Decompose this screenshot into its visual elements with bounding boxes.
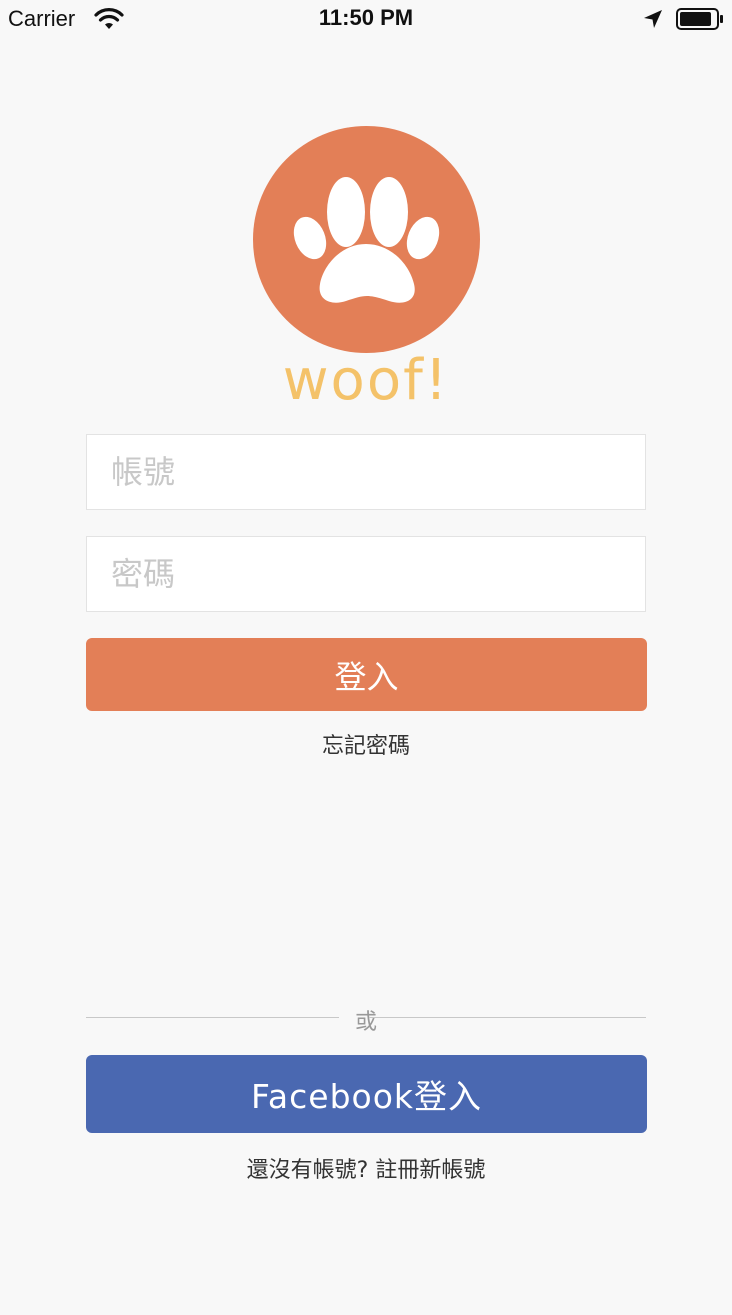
location-arrow-icon bbox=[644, 10, 662, 28]
forgot-password-link[interactable]: 忘記密碼 bbox=[0, 728, 732, 760]
status-time: 11:50 PM bbox=[318, 5, 414, 30]
password-field-box bbox=[86, 536, 646, 612]
password-input[interactable] bbox=[87, 537, 645, 611]
facebook-login-button[interactable]: Facebook登入 bbox=[86, 1055, 647, 1133]
register-link[interactable]: 還沒有帳號? 註冊新帳號 bbox=[0, 1152, 732, 1184]
divider-line-right bbox=[369, 1017, 646, 1018]
account-field-box bbox=[86, 434, 646, 510]
status-bar: Carrier 11:50 PM bbox=[0, 0, 732, 40]
account-input[interactable] bbox=[87, 435, 645, 509]
logo-wordmark: woof! bbox=[282, 348, 450, 413]
login-button[interactable]: 登入 bbox=[86, 638, 647, 711]
divider-label: 或 bbox=[354, 1010, 377, 1035]
logo-paw-icon bbox=[253, 126, 480, 353]
battery-icon bbox=[676, 8, 723, 30]
